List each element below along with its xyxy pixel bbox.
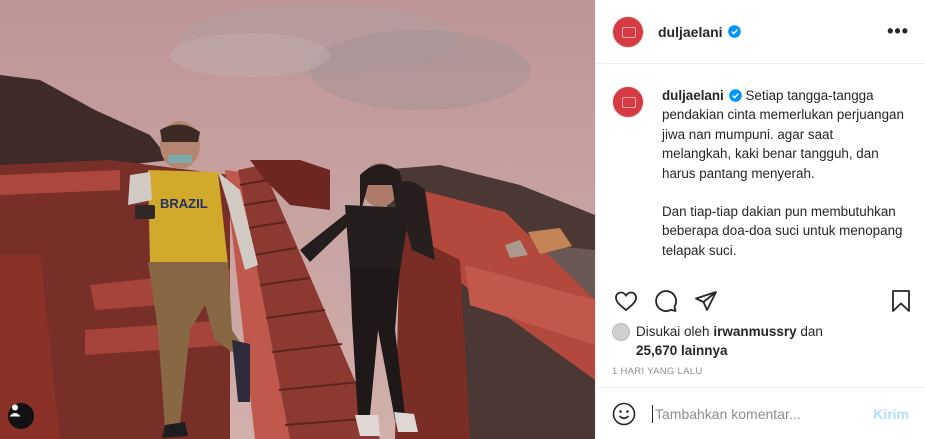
heart-icon (615, 291, 637, 312)
caption-paragraph-1: duljaelani Setiap tangga-tangga pendakia… (662, 86, 906, 183)
like-button[interactable] (612, 287, 640, 315)
post-photo[interactable]: BRAZIL (0, 0, 595, 439)
post-timestamp[interactable]: 1 HARI YANG LALU (612, 366, 703, 377)
emoji-icon[interactable] (612, 402, 636, 426)
save-button[interactable] (887, 287, 915, 315)
likes-others-count[interactable]: 25,670 lainnya (636, 343, 728, 358)
share-button[interactable] (692, 287, 720, 315)
user-tag-icon (9, 404, 21, 417)
post-header: duljaelani ••• (596, 0, 925, 64)
post-container: BRAZIL duljaelani ••• duljaelani Setiap … (0, 0, 925, 439)
add-comment-bar: Kirim (596, 387, 925, 439)
comment-input[interactable] (652, 404, 874, 423)
likes-summary: Disukai oleh irwanmussry dan 25,670 lain… (612, 322, 909, 360)
photo-image: BRAZIL (0, 0, 595, 439)
share-icon (695, 291, 717, 311)
action-bar (612, 287, 910, 315)
likes-text: Disukai oleh irwanmussry dan 25,670 lain… (636, 322, 823, 360)
post-side-panel: duljaelani ••• duljaelani Setiap tangga-… (595, 0, 925, 439)
verified-icon (727, 25, 741, 38)
author-username[interactable]: duljaelani (658, 24, 723, 40)
liker-username[interactable]: irwanmussry (713, 324, 796, 339)
comment-icon (655, 290, 677, 312)
more-options-button[interactable]: ••• (887, 21, 909, 42)
bookmark-icon (892, 290, 910, 312)
post-comment-button[interactable]: Kirim (873, 406, 909, 422)
caption-area: duljaelani Setiap tangga-tangga pendakia… (596, 64, 925, 276)
comment-button[interactable] (652, 287, 680, 315)
caption-author-avatar[interactable] (612, 86, 644, 118)
caption-username[interactable]: duljaelani (662, 88, 724, 103)
likes-connector: dan (800, 324, 823, 339)
likes-prefix: Disukai oleh (636, 324, 710, 339)
caption-text: duljaelani Setiap tangga-tangga pendakia… (662, 86, 906, 276)
author-avatar[interactable] (612, 15, 644, 48)
caption-paragraph-2: Dan tiap-tiap dakian pun membutuhkan beb… (662, 204, 903, 258)
user-tag-button[interactable] (8, 403, 34, 429)
liker-avatar[interactable] (612, 323, 630, 341)
verified-icon (728, 89, 742, 102)
